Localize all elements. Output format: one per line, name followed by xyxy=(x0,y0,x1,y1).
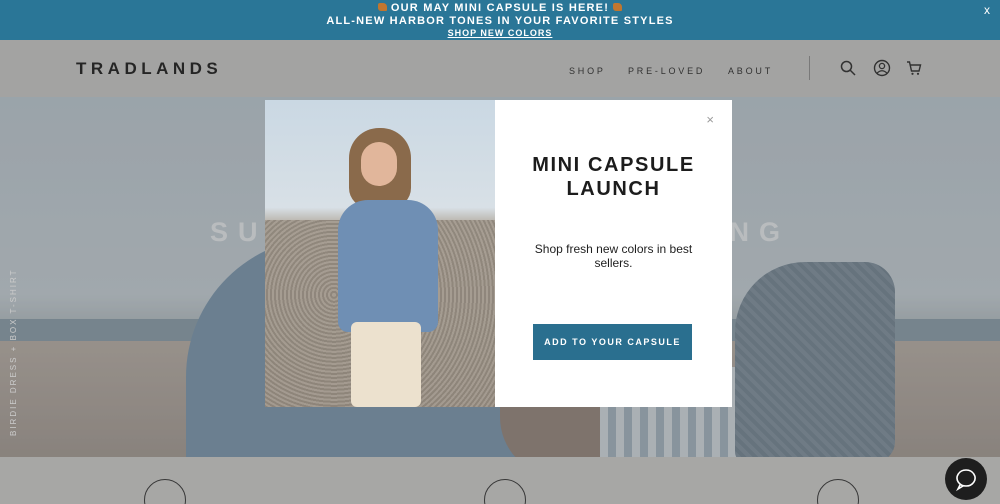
moose-icon xyxy=(377,3,387,11)
modal-model-pants xyxy=(351,322,421,407)
modal-model-face xyxy=(361,142,397,186)
modal-subtitle: Shop fresh new colors in best sellers. xyxy=(534,242,693,270)
shop-new-colors-link[interactable]: SHOP NEW COLORS xyxy=(0,28,1000,39)
modal-title: MINI CAPSULE LAUNCH xyxy=(532,154,695,200)
add-to-capsule-button[interactable]: ADD TO YOUR CAPSULE xyxy=(533,324,692,360)
capsule-modal: × MINI CAPSULE LAUNCH Shop fresh new col… xyxy=(265,100,732,407)
announcement-close-button[interactable]: x xyxy=(984,3,990,17)
announcement-line-1: OUR MAY MINI CAPSULE IS HERE! xyxy=(0,2,1000,15)
modal-close-button[interactable]: × xyxy=(706,112,714,127)
announcement-line-2: ALL-NEW HARBOR TONES IN YOUR FAVORITE ST… xyxy=(326,15,674,27)
chat-button[interactable] xyxy=(945,458,987,500)
modal-content: × MINI CAPSULE LAUNCH Shop fresh new col… xyxy=(495,100,732,407)
announcement-bar: OUR MAY MINI CAPSULE IS HERE! ALL-NEW HA… xyxy=(0,0,1000,40)
modal-image xyxy=(265,100,495,407)
moose-icon xyxy=(613,3,623,11)
modal-model-sweater xyxy=(338,200,438,332)
announcement-headline: OUR MAY MINI CAPSULE IS HERE! xyxy=(390,2,610,14)
chat-icon xyxy=(956,469,976,492)
